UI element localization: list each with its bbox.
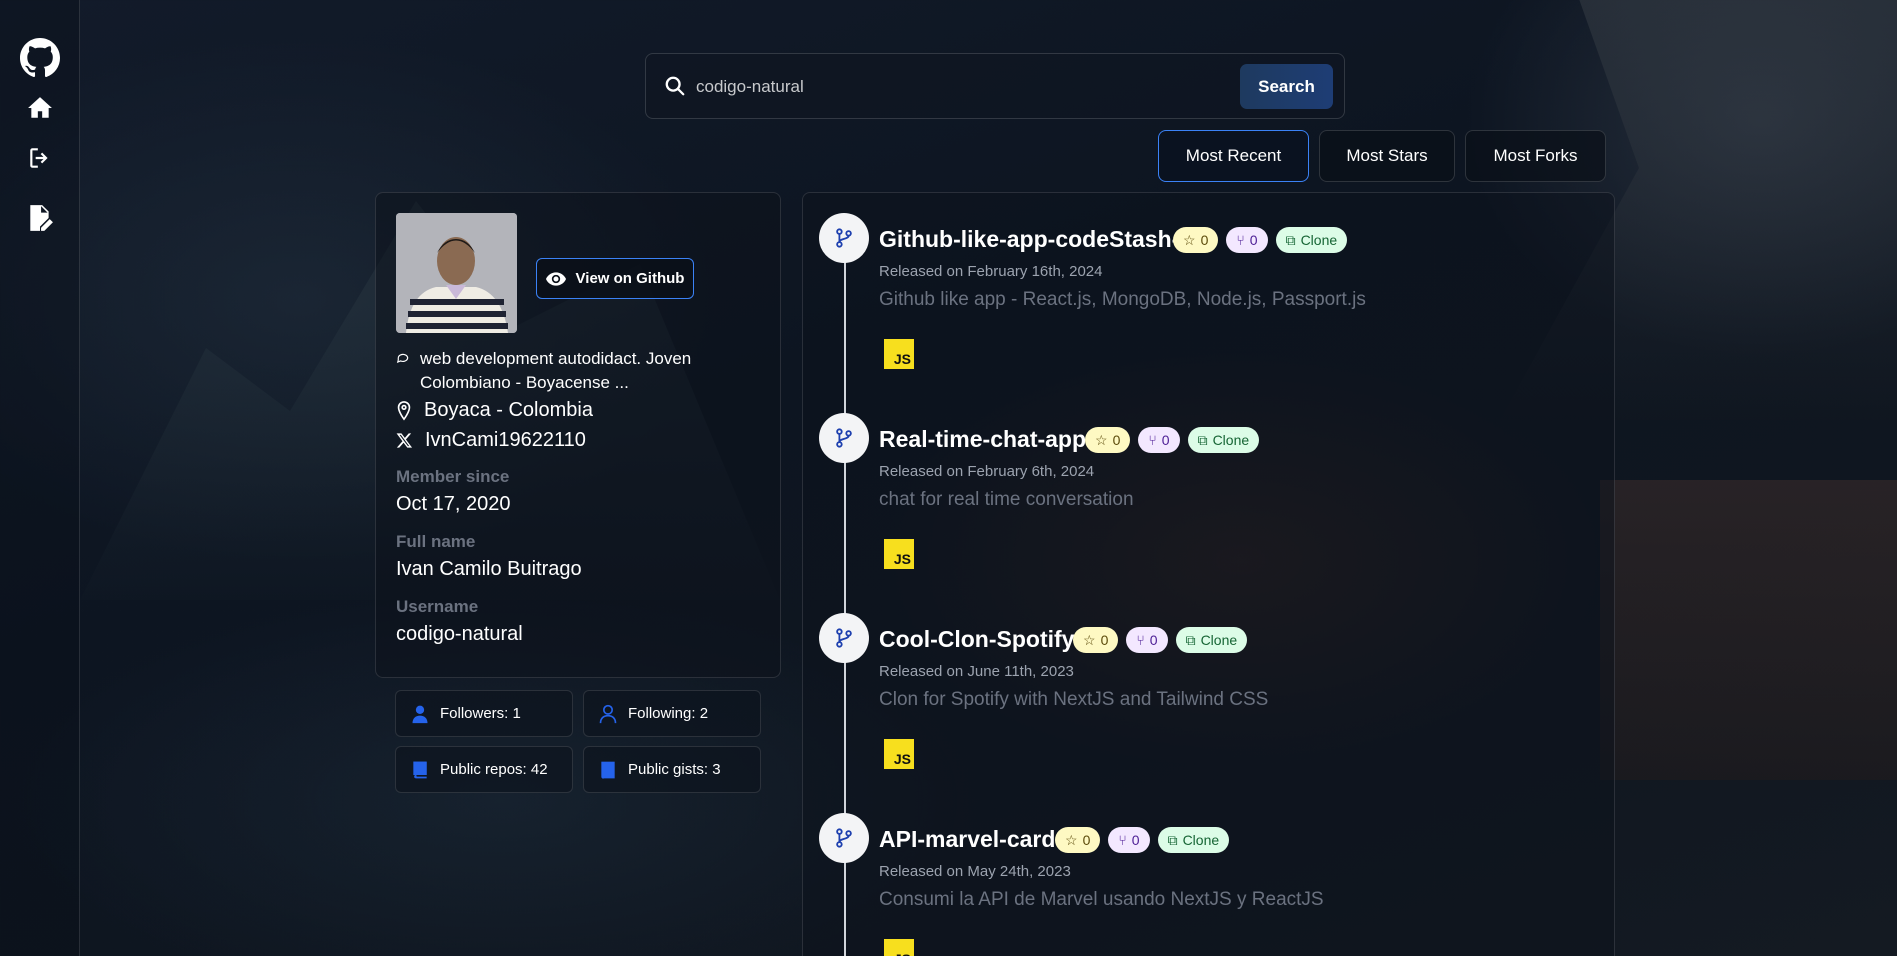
public-gists-stat[interactable]: Public gists: 3 (583, 746, 761, 793)
star-badge: ☆ 0 (1055, 827, 1101, 853)
repo-description: Github like app - React.js, MongoDB, Nod… (879, 289, 1366, 310)
clone-button[interactable]: ⧉ Clone (1187, 427, 1260, 453)
username-label: Username (396, 597, 479, 616)
copy-icon: ⧉ (1285, 231, 1296, 248)
twitter-handle[interactable]: IvnCami19622110 (396, 429, 586, 452)
repo-description: Consumi la API de Marvel usando NextJS y… (879, 889, 1324, 910)
git-branch-icon (819, 213, 869, 263)
github-icon[interactable] (20, 38, 60, 78)
fork-icon: ⑂ (1148, 432, 1157, 448)
avatar (396, 213, 517, 333)
sort-most-stars-button[interactable]: Most Stars (1319, 130, 1455, 182)
release-date: Released on June 11th, 2023 (879, 663, 1074, 680)
clone-button[interactable]: ⧉ Clone (1175, 627, 1248, 653)
javascript-icon: JS (884, 939, 914, 956)
username-value: codigo-natural (396, 623, 523, 645)
star-icon: ☆ (1183, 231, 1196, 248)
eye-icon (545, 271, 566, 286)
following-text: Following: 2 (628, 705, 709, 722)
bio-text: web development autodidact. Joven Colomb… (420, 349, 692, 392)
copy-icon: ⧉ (1185, 631, 1196, 648)
public-repos-stat[interactable]: Public repos: 42 (395, 746, 573, 793)
member-since-label: Member since (396, 467, 510, 486)
member-since-value: Oct 17, 2020 (396, 493, 511, 515)
repo-name-link[interactable]: API-marvel-card (879, 826, 1055, 853)
followers-stat[interactable]: Followers: 1 (395, 690, 573, 737)
fork-icon: ⑂ (1118, 832, 1127, 848)
repo-name-link[interactable]: Github-like-app-codeStash- (879, 226, 1179, 253)
profile-card: View on Github web development autodidac… (375, 192, 781, 678)
fork-icon: ⑂ (1236, 232, 1245, 248)
fork-badge: ⑂ 0 (1226, 227, 1268, 253)
git-branch-icon (819, 813, 869, 863)
location-text: Boyaca - Colombia (424, 399, 593, 421)
search-button[interactable]: Search (1240, 64, 1333, 109)
javascript-icon: JS (884, 539, 914, 569)
following-stat[interactable]: Following: 2 (583, 690, 761, 737)
fork-badge: ⑂ 0 (1108, 827, 1150, 853)
clone-button[interactable]: ⧉ Clone (1275, 227, 1348, 253)
fork-icon: ⑂ (1136, 632, 1145, 648)
location: Boyaca - Colombia (396, 399, 593, 422)
javascript-icon: JS (884, 739, 914, 769)
repo-description: chat for real time conversation (879, 489, 1134, 510)
full-name-label: Full name (396, 532, 476, 551)
user-outline-icon (599, 704, 617, 723)
clone-button[interactable]: ⧉ Clone (1157, 827, 1230, 853)
release-date: Released on February 6th, 2024 (879, 463, 1095, 480)
search-bar: Search (645, 53, 1345, 119)
git-branch-icon (819, 613, 869, 663)
release-date: Released on February 16th, 2024 (879, 263, 1103, 280)
fork-badge: ⑂ 0 (1126, 627, 1168, 653)
sort-most-recent-button[interactable]: Most Recent (1158, 130, 1309, 182)
star-icon: ☆ (1083, 631, 1096, 648)
repo-description: Clon for Spotify with NextJS and Tailwin… (879, 689, 1269, 710)
repo-item: API-marvel-card ☆ 0 ⑂ 0 ⧉ Clone Released on… (803, 793, 1614, 956)
comment-icon (396, 347, 410, 395)
javascript-icon: JS (884, 339, 914, 369)
public-repos-text: Public repos: 42 (440, 761, 548, 778)
repo-list: Github-like-app-codeStash- ☆ 0 ⑂ 0 ⧉ Clone … (802, 192, 1615, 956)
user-icon (412, 705, 428, 723)
repo-item: Cool-Clon-Spotify ☆ 0 ⑂ 0 ⧉ Clone Released … (803, 593, 1614, 793)
repo-book-icon (413, 761, 427, 778)
star-icon: ☆ (1065, 831, 1078, 848)
repo-item: Real-time-chat-app ☆ 0 ⑂ 0 ⧉ Clone Released… (803, 393, 1614, 593)
star-badge: ☆ 0 (1173, 227, 1219, 253)
search-input[interactable] (696, 68, 1176, 106)
background-scenery (1600, 480, 1897, 780)
full-name-value: Ivan Camilo Buitrago (396, 558, 582, 580)
star-badge: ☆ 0 (1073, 627, 1119, 653)
view-on-github-label: View on Github (575, 270, 685, 287)
location-pin-icon (397, 400, 411, 421)
search-icon (664, 75, 686, 102)
repo-item: Github-like-app-codeStash- ☆ 0 ⑂ 0 ⧉ Clone … (803, 193, 1614, 393)
x-twitter-icon (396, 433, 413, 448)
star-badge: ☆ 0 (1085, 427, 1131, 453)
repo-name-link[interactable]: Cool-Clon-Spotify (879, 626, 1074, 653)
fork-badge: ⑂ 0 (1138, 427, 1180, 453)
followers-text: Followers: 1 (440, 705, 521, 722)
copy-icon: ⧉ (1167, 831, 1178, 848)
gist-book-icon (601, 761, 615, 779)
sidebar (0, 0, 80, 956)
twitter-text: IvnCami19622110 (425, 429, 586, 451)
bio: web development autodidact. Joven Colomb… (396, 347, 766, 395)
login-icon[interactable] (20, 138, 60, 178)
repo-name-link[interactable]: Real-time-chat-app (879, 426, 1086, 453)
git-branch-icon (819, 413, 869, 463)
public-gists-text: Public gists: 3 (628, 761, 721, 778)
star-icon: ☆ (1095, 431, 1108, 448)
home-icon[interactable] (20, 88, 60, 128)
copy-icon: ⧉ (1197, 431, 1208, 448)
release-date: Released on May 24th, 2023 (879, 863, 1071, 880)
signup-icon[interactable] (20, 198, 60, 238)
view-on-github-button[interactable]: View on Github (536, 258, 694, 299)
sort-most-forks-button[interactable]: Most Forks (1465, 130, 1606, 182)
